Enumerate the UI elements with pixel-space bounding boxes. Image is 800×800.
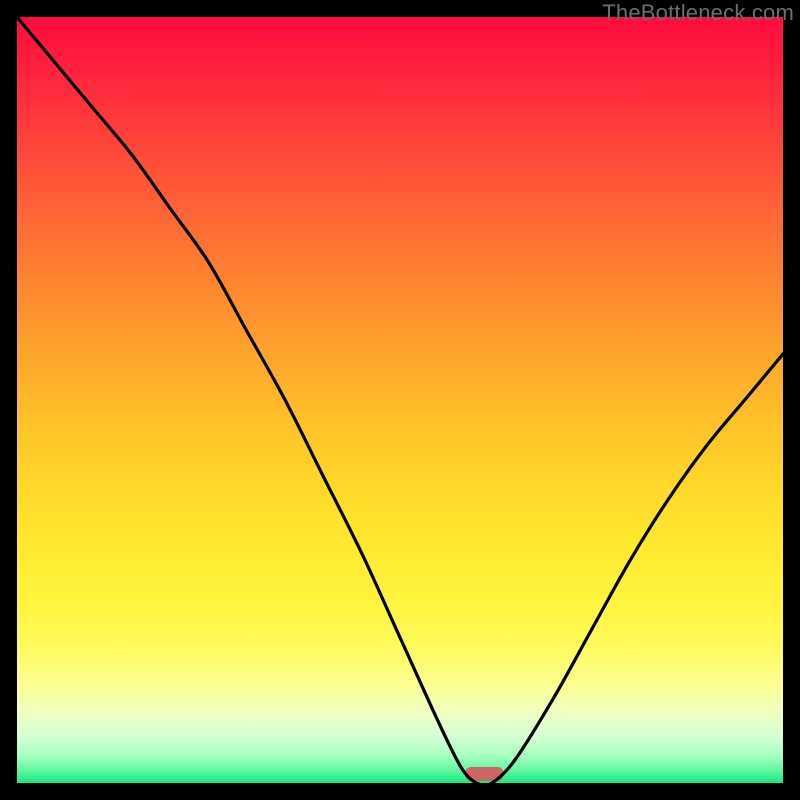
bottleneck-curve: [17, 17, 783, 783]
attribution-watermark: TheBottleneck.com: [602, 0, 794, 26]
curve-layer: [17, 17, 783, 783]
plot-area: [17, 17, 783, 783]
chart-frame: TheBottleneck.com: [0, 0, 800, 800]
